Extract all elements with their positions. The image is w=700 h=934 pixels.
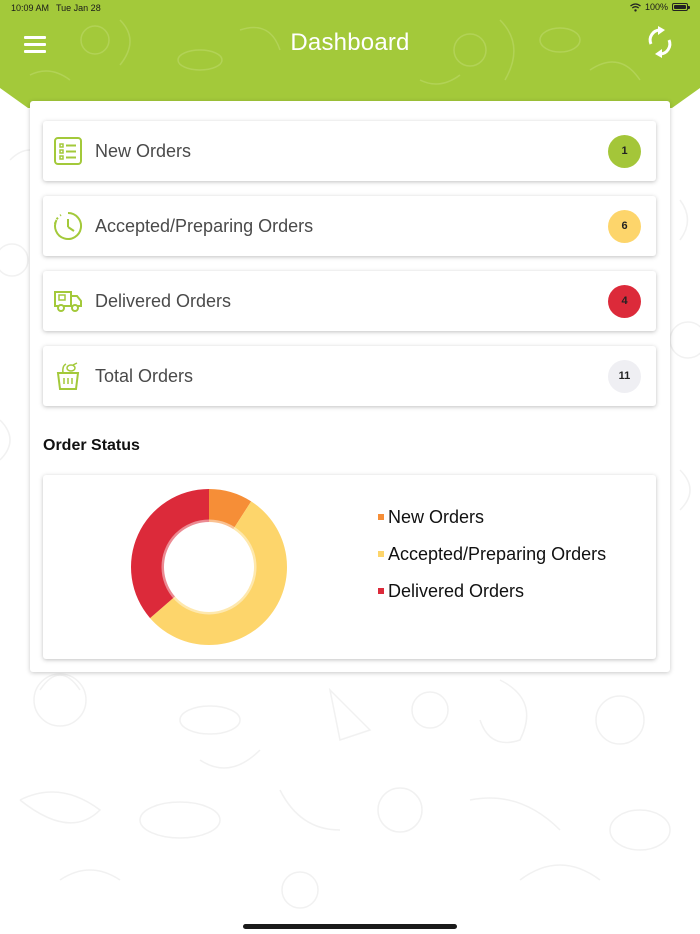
order-status-title: Order Status xyxy=(43,437,140,454)
delivered-orders-card[interactable]: Delivered Orders 4 xyxy=(43,271,656,331)
legend-label: New Orders xyxy=(388,507,485,527)
grocery-bag-icon xyxy=(56,362,80,390)
status-time: 10:09 AM xyxy=(11,3,50,13)
wifi-icon xyxy=(630,2,641,12)
battery-percent: 100% xyxy=(644,2,668,12)
legend-swatch xyxy=(378,551,384,557)
clock-timer-icon xyxy=(54,212,83,240)
refresh-icon[interactable] xyxy=(646,26,674,58)
delivered-orders-label: Delivered Orders xyxy=(95,291,232,311)
new-orders-label: New Orders xyxy=(95,141,192,161)
accepted-preparing-orders-count-badge: 6 xyxy=(608,210,641,243)
page-title: Dashboard xyxy=(290,29,410,56)
donut-inner-ring xyxy=(161,519,257,615)
battery-icon xyxy=(672,3,690,11)
legend-swatch xyxy=(378,514,384,520)
legend-label: Accepted/Preparing Orders xyxy=(388,544,607,564)
total-orders-count-badge: 11 xyxy=(608,360,641,393)
total-orders-label: Total Orders xyxy=(95,366,194,386)
home-indicator xyxy=(243,924,457,929)
legend-label: Delivered Orders xyxy=(388,581,525,601)
delivery-truck-icon xyxy=(54,291,82,312)
new-orders-card[interactable]: New Orders 1 xyxy=(43,121,656,181)
order-list-icon xyxy=(54,137,82,165)
status-bar: 10:09 AM Tue Jan 28 100% xyxy=(0,0,700,16)
status-date: Tue Jan 28 xyxy=(56,3,101,13)
delivered-orders-count-badge: 4 xyxy=(608,285,641,318)
dashboard-panel: New Orders 1 Accepted/Preparing Orders 6… xyxy=(30,101,670,672)
accepted-preparing-orders-label: Accepted/Preparing Orders xyxy=(95,216,314,236)
new-orders-count-badge: 1 xyxy=(608,135,641,168)
order-status-chart-card: New Orders Accepted/Preparing Orders Deliv… xyxy=(43,475,656,659)
status-right: 100% xyxy=(630,2,690,12)
order-status-donut-chart xyxy=(131,489,288,645)
total-orders-card[interactable]: Total Orders 11 xyxy=(43,346,656,406)
legend-swatch xyxy=(378,588,384,594)
accepted-preparing-orders-card[interactable]: Accepted/Preparing Orders 6 xyxy=(43,196,656,256)
